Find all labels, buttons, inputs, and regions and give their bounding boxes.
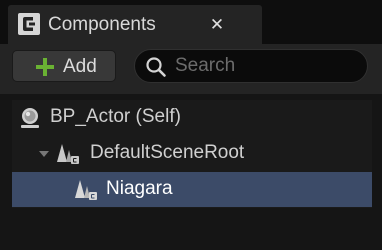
scene-component-icon: [75, 180, 97, 200]
scene-component-icon: [57, 144, 79, 164]
tree-item-defaultsceneroot[interactable]: DefaultSceneRoot: [12, 136, 372, 171]
tab-strip: Components ✕: [0, 0, 382, 44]
tree-item-niagara[interactable]: Niagara: [12, 172, 372, 207]
chevron-down-icon[interactable]: [38, 148, 50, 160]
search-icon: [146, 57, 166, 77]
components-icon: [18, 13, 40, 35]
add-component-button[interactable]: Add: [12, 50, 116, 82]
component-tree: BP_Actor (Self) DefaultSceneRoot Niagara: [12, 100, 372, 208]
components-panel: Components ✕ Add Search BP_Actor (Self) …: [0, 0, 382, 250]
actor-sphere-icon: [21, 108, 39, 128]
search-box[interactable]: [134, 49, 368, 83]
components-toolbar: Add: [0, 44, 382, 94]
plus-icon: [36, 58, 54, 76]
tab-title: Components: [48, 14, 156, 35]
tree-item-bp-actor[interactable]: BP_Actor (Self): [12, 100, 372, 135]
tree-item-label: Niagara: [106, 178, 173, 199]
tab-components[interactable]: Components ✕: [8, 5, 262, 44]
close-icon[interactable]: ✕: [206, 14, 228, 36]
tree-item-label: DefaultSceneRoot: [90, 142, 245, 163]
tree-item-label: BP_Actor (Self): [50, 106, 181, 127]
add-button-label: Add: [63, 56, 97, 77]
search-input[interactable]: [175, 55, 355, 77]
